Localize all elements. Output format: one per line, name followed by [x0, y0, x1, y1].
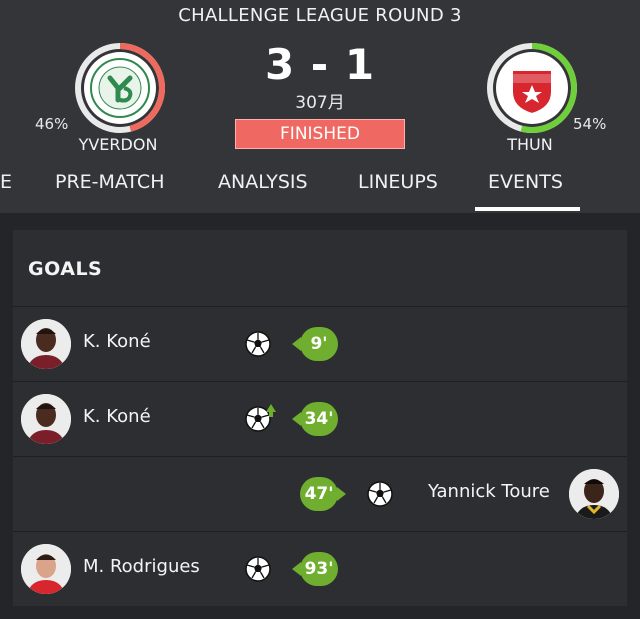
thun-logo	[511, 69, 553, 116]
tab-events[interactable]: EVENTS	[488, 171, 563, 193]
goals-card: GOALS K. Koné 9' K. Koné 34' 47' Yannick…	[13, 230, 627, 606]
goal-minute-badge: 93'	[292, 552, 338, 586]
league-round-title: CHALLENGE LEAGUE ROUND 3	[178, 5, 462, 26]
away-team-possession-ring	[487, 43, 577, 133]
soccer-ball-icon	[245, 556, 271, 582]
away-possession-percent: 54%	[573, 115, 607, 133]
active-tab-indicator	[475, 207, 580, 211]
match-header: CHALLENGE LEAGUE ROUND 3 46% YVERDON 3 -…	[0, 0, 640, 213]
player-avatar	[21, 319, 71, 369]
goal-minute-badge: 47'	[300, 477, 346, 511]
player-name: Yannick Toure	[428, 481, 550, 502]
tab-analysis[interactable]: ANALYSIS	[218, 171, 308, 193]
soccer-ball-icon	[245, 331, 271, 357]
section-title: GOALS	[28, 258, 103, 280]
away-team-badge[interactable]	[482, 40, 582, 136]
player-avatar	[21, 394, 71, 444]
tab-lineups[interactable]: LINEUPS	[358, 171, 438, 193]
tab-partial[interactable]: E	[0, 171, 12, 193]
player-avatar	[569, 469, 619, 519]
goal-event-row[interactable]: K. Koné 34'	[13, 381, 627, 456]
goal-event-row[interactable]: K. Koné 9'	[13, 306, 627, 381]
goal-minute-badge: 34'	[292, 402, 338, 436]
away-team-name: THUN	[507, 135, 553, 154]
player-name: K. Koné	[83, 406, 151, 427]
goal-minute-badge: 9'	[292, 327, 338, 361]
tab-pre-match[interactable]: PRE-MATCH	[55, 171, 164, 193]
soccer-ball-assist-icon	[245, 404, 276, 432]
player-name: M. Rodrigues	[83, 556, 200, 577]
home-team-name: YVERDON	[78, 135, 158, 154]
player-name: K. Koné	[83, 331, 151, 352]
match-tabs: E PRE-MATCH ANALYSIS LINEUPS EVENTS	[0, 165, 640, 213]
goal-event-row[interactable]: M. Rodrigues 93'	[13, 531, 627, 606]
player-avatar	[21, 544, 71, 594]
goal-event-row[interactable]: 47' Yannick Toure	[13, 456, 627, 531]
soccer-ball-icon	[367, 481, 393, 507]
match-status-badge: FINISHED	[235, 119, 405, 149]
home-possession-percent: 46%	[35, 115, 69, 133]
